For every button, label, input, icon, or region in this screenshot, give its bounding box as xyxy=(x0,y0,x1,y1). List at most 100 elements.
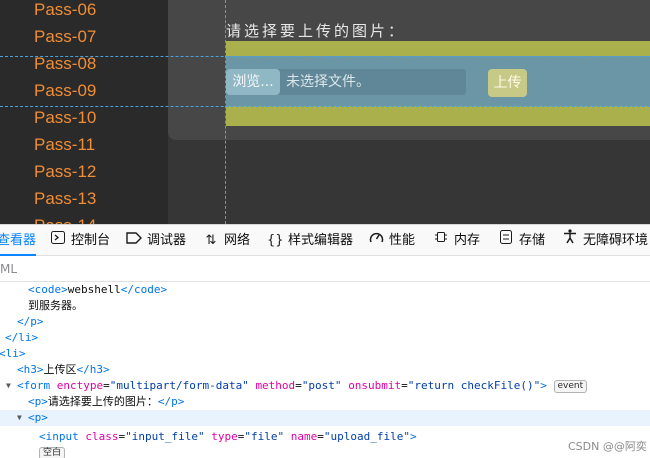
tag-name: h3 xyxy=(89,363,103,376)
pass-link-09[interactable]: Pass-09 xyxy=(0,79,168,106)
tag-name: h3 xyxy=(23,363,37,376)
attr-value: "post" xyxy=(301,379,342,392)
tag-bracket: > xyxy=(177,395,185,408)
tag-name: li xyxy=(18,331,32,344)
attr-value: "upload_file" xyxy=(323,430,410,443)
tag-bracket: > xyxy=(61,283,68,296)
storage-icon xyxy=(498,225,514,256)
tab-label: 性能 xyxy=(389,233,416,248)
text-node: webshell xyxy=(67,283,121,296)
tab-debugger[interactable]: 调试器 xyxy=(126,225,186,256)
tag-name: li xyxy=(5,347,19,360)
tag-bracket: > xyxy=(160,283,168,296)
tag-name: code xyxy=(34,283,62,296)
guide-line-top xyxy=(0,56,650,57)
tree-whitespace-node[interactable]: 空白 xyxy=(0,445,650,458)
tab-label: 样式编辑器 xyxy=(288,233,354,248)
text-node: 到服务器。 xyxy=(28,299,83,312)
tab-console[interactable]: 控制台 xyxy=(50,225,110,256)
tab-label: 网络 xyxy=(224,233,251,248)
pass-link-11[interactable]: Pass-11 xyxy=(0,133,168,160)
tree-node-p[interactable]: <p>请选择要上传的图片：</p> xyxy=(0,394,650,410)
tag-bracket: < xyxy=(28,395,35,408)
tag-bracket: > xyxy=(409,430,417,443)
tab-label: 内存 xyxy=(454,233,481,248)
tag-bracket: > xyxy=(36,363,44,376)
tag-name: input xyxy=(45,430,79,443)
tab-label: 查看器 xyxy=(0,233,37,248)
attr-name: class xyxy=(85,430,119,443)
network-icon: ⇅ xyxy=(205,233,217,248)
tag-bracket: > xyxy=(103,363,110,376)
highlight-margin-bottom xyxy=(226,106,650,126)
tab-label: 调试器 xyxy=(147,233,187,248)
text-node: 上传区 xyxy=(43,363,77,376)
guide-line-bottom xyxy=(0,106,650,107)
accessibility-icon xyxy=(562,225,578,256)
upload-prompt-text: 请选择要上传的图片： xyxy=(226,22,407,40)
expand-twisty-icon[interactable]: ▼ xyxy=(6,378,11,394)
whitespace-badge[interactable]: 空白 xyxy=(39,447,66,458)
tab-inspector[interactable]: 查看器 xyxy=(0,225,37,256)
tag-bracket: < xyxy=(39,430,46,443)
tag-bracket: </ xyxy=(157,395,172,408)
tab-performance[interactable]: 性能 xyxy=(368,225,415,256)
guide-line-vertical xyxy=(225,0,226,224)
file-status-text: 未选择文件。 xyxy=(286,74,370,90)
tag-bracket: < xyxy=(17,363,24,376)
search-placeholder: ML xyxy=(0,262,18,276)
tag-bracket: > xyxy=(41,411,48,424)
attr-value: "input_file" xyxy=(125,430,205,443)
html-search-bar[interactable]: ML xyxy=(0,256,650,282)
tag-bracket: </ xyxy=(120,283,134,296)
tag-name: p xyxy=(30,315,37,328)
tag-bracket: > xyxy=(41,395,48,408)
pass-link-12[interactable]: Pass-12 xyxy=(0,160,168,187)
tree-node-p-close[interactable]: </p> xyxy=(0,314,650,330)
tab-network[interactable]: ⇅ 网络 xyxy=(203,225,250,256)
tab-storage[interactable]: 存储 xyxy=(498,225,545,256)
memory-icon xyxy=(433,225,449,256)
tree-node-h3[interactable]: <h3>上传区</h3> xyxy=(0,362,650,378)
pass-link-06[interactable]: Pass-06 xyxy=(0,0,168,25)
tag-bracket: </ xyxy=(76,363,90,376)
tree-node-input[interactable]: <input class="input_file" type="file" na… xyxy=(0,429,650,445)
tree-node-code[interactable]: <code>webshell</code> xyxy=(0,282,650,298)
tab-accessibility[interactable]: 无障碍环境 xyxy=(562,225,648,256)
tag-bracket: < xyxy=(28,411,35,424)
browse-button[interactable]: 浏览... xyxy=(226,69,280,95)
attr-name: method xyxy=(255,379,296,392)
attr-name: name xyxy=(290,430,318,443)
tag-bracket: < xyxy=(28,283,35,296)
debugger-icon xyxy=(126,225,142,256)
markup-tree: <code>webshell</code> 到服务器。 </p> </li> <… xyxy=(0,282,650,458)
attr-name: enctype xyxy=(56,379,104,392)
pass-link-10[interactable]: Pass-10 xyxy=(0,106,168,133)
console-icon xyxy=(50,225,66,256)
page-viewport: Pass-06 Pass-07 Pass-08 Pass-09 Pass-10 … xyxy=(0,0,650,224)
tag-bracket: </ xyxy=(5,331,19,344)
devtools-toolbar: 查看器 控制台 调试器 ⇅ 网络 {} 样式编辑器 性能 内存 存储 无障碍环境 xyxy=(0,224,650,256)
pass-link-07[interactable]: Pass-07 xyxy=(0,25,168,52)
tab-memory[interactable]: 内存 xyxy=(433,225,480,256)
tag-bracket: > xyxy=(18,347,26,360)
attr-value: "multipart/form-data" xyxy=(109,379,249,392)
pass-link-13[interactable]: Pass-13 xyxy=(0,187,168,214)
attr-value: "return checkFile()" xyxy=(407,379,541,392)
attr-name: onsubmit xyxy=(348,379,402,392)
expand-twisty-icon[interactable]: ▼ xyxy=(17,410,22,426)
tree-text-node[interactable]: 到服务器。 xyxy=(0,298,650,314)
tree-node-li[interactable]: <li> xyxy=(0,346,650,362)
attr-value: "file" xyxy=(244,430,285,443)
tag-bracket: </ xyxy=(17,315,31,328)
event-badge[interactable]: event xyxy=(553,380,588,393)
watermark: CSDN @@阿奕 xyxy=(568,440,647,453)
tree-node-form[interactable]: ▼ <form enctype="multipart/form-data" me… xyxy=(0,378,650,394)
tree-node-p-expanded[interactable]: ▼ <p> xyxy=(0,410,650,426)
pass-sidebar: Pass-06 Pass-07 Pass-08 Pass-09 Pass-10 … xyxy=(0,0,168,224)
pass-link-14[interactable]: Pass-14 xyxy=(0,214,168,224)
tab-label: 存储 xyxy=(519,233,546,248)
tab-style-editor[interactable]: {} 样式编辑器 xyxy=(267,225,353,256)
upload-submit-button[interactable]: 上传 xyxy=(488,69,527,97)
tree-node-li-close[interactable]: </li> xyxy=(0,330,650,346)
